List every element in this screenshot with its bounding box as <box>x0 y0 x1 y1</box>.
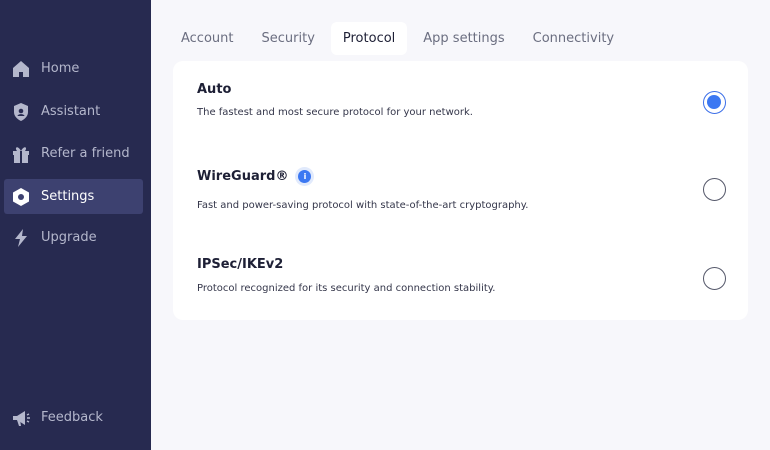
protocol-radio-ipsec[interactable] <box>703 267 726 290</box>
lightning-icon <box>11 228 31 248</box>
protocol-title: Auto <box>197 82 232 97</box>
sidebar-item-label: Home <box>41 61 80 76</box>
main-content: Account Security Protocol App settings C… <box>151 0 770 450</box>
sidebar-item-upgrade[interactable]: Upgrade <box>4 220 143 255</box>
protocol-options-card: Auto The fastest and most secure protoco… <box>173 61 748 320</box>
protocol-option-ipsec[interactable]: IPSec/IKEv2 Protocol recognized for its … <box>173 235 748 320</box>
sidebar-item-label: Assistant <box>41 104 101 119</box>
tab-protocol[interactable]: Protocol <box>330 22 408 55</box>
sidebar-item-label: Upgrade <box>41 230 97 245</box>
protocol-radio-wireguard[interactable] <box>703 178 726 201</box>
protocol-option-auto[interactable]: Auto The fastest and most secure protoco… <box>173 61 748 147</box>
protocol-title: WireGuard® i <box>197 169 312 184</box>
protocol-description: Protocol recognized for its security and… <box>197 283 496 294</box>
tab-connectivity[interactable]: Connectivity <box>521 22 626 55</box>
tab-app-settings[interactable]: App settings <box>411 22 516 55</box>
sidebar-item-settings[interactable]: Settings <box>4 179 143 214</box>
home-icon <box>11 59 31 79</box>
settings-icon <box>11 187 31 207</box>
gift-icon <box>11 144 31 164</box>
feedback-label: Feedback <box>41 410 103 425</box>
tab-security[interactable]: Security <box>250 22 327 55</box>
megaphone-icon <box>11 408 31 428</box>
sidebar-item-label: Refer a friend <box>41 146 130 161</box>
protocol-radio-auto[interactable] <box>703 91 726 114</box>
tab-account[interactable]: Account <box>169 22 246 55</box>
feedback-button[interactable]: Feedback <box>4 400 143 435</box>
protocol-option-wireguard[interactable]: WireGuard® i Fast and power-saving proto… <box>173 147 748 235</box>
settings-tabs: Account Security Protocol App settings C… <box>169 22 626 55</box>
sidebar-item-refer-a-friend[interactable]: Refer a friend <box>4 136 143 171</box>
sidebar-item-assistant[interactable]: Assistant <box>4 94 143 129</box>
sidebar: Home Assistant Refer a friend Settings U… <box>0 0 151 450</box>
protocol-title: IPSec/IKEv2 <box>197 257 284 272</box>
protocol-description: Fast and power-saving protocol with stat… <box>197 200 529 211</box>
sidebar-item-label: Settings <box>41 189 95 204</box>
info-icon[interactable]: i <box>298 170 312 183</box>
sidebar-item-home[interactable]: Home <box>4 51 143 86</box>
shield-icon <box>11 102 31 122</box>
protocol-description: The fastest and most secure protocol for… <box>197 107 473 118</box>
